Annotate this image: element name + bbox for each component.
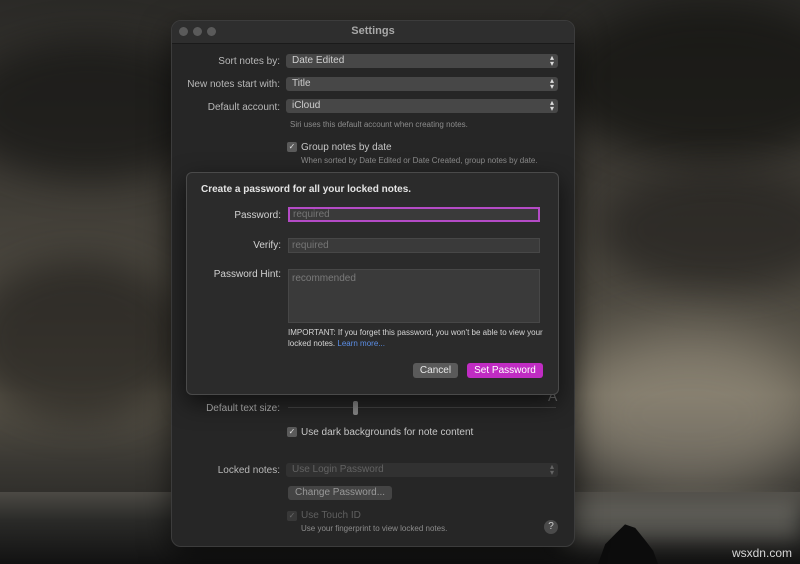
siri-note: Siri uses this default account when crea…	[290, 120, 468, 129]
change-password-button[interactable]: Change Password...	[288, 486, 393, 500]
sort-notes-popup[interactable]: Date Edited ▴ ▾	[286, 54, 558, 68]
sort-notes-label: Sort notes by:	[218, 56, 280, 67]
password-hint-input[interactable]: recommended	[288, 269, 540, 323]
cancel-button[interactable]: Cancel	[413, 363, 458, 378]
dark-background-checkbox[interactable]: ✓	[287, 427, 297, 437]
chevron-updown-icon: ▴ ▾	[549, 53, 554, 68]
touch-id-label: Use Touch ID	[301, 510, 361, 521]
password-input[interactable]	[288, 207, 540, 222]
watermark: wsxdn.com	[731, 546, 792, 560]
password-hint-placeholder: recommended	[292, 273, 356, 284]
text-size-label: Default text size:	[206, 403, 280, 414]
dark-background-label: Use dark backgrounds for note content	[301, 427, 474, 438]
touch-id-checkbox[interactable]: ✓	[287, 511, 297, 521]
learn-more-link[interactable]: Learn more...	[337, 339, 385, 348]
chevron-updown-icon: ▴ ▾	[549, 76, 554, 91]
new-notes-popup[interactable]: Title ▴ ▾	[286, 77, 558, 91]
verify-input[interactable]	[288, 238, 540, 253]
window-title: Settings	[351, 25, 395, 37]
group-by-date-label: Group notes by date	[301, 142, 392, 153]
default-account-label: Default account:	[207, 102, 280, 113]
default-account-popup[interactable]: iCloud ▴ ▾	[286, 99, 558, 113]
locked-notes-value: Use Login Password	[292, 464, 384, 475]
help-button[interactable]: ?	[544, 520, 558, 534]
important-note: IMPORTANT: If you forget this password, …	[288, 327, 550, 349]
important-text: IMPORTANT: If you forget this password, …	[288, 328, 543, 348]
locked-notes-label: Locked notes:	[217, 465, 280, 476]
sort-notes-value: Date Edited	[292, 55, 345, 66]
create-password-dialog: Create a password for all your locked no…	[186, 172, 559, 395]
touch-id-desc: Use your fingerprint to view locked note…	[301, 524, 448, 533]
password-hint-label: Password Hint:	[213, 269, 281, 280]
text-size-slider-knob[interactable]	[353, 401, 358, 415]
dialog-title: Create a password for all your locked no…	[201, 184, 412, 195]
locked-notes-popup[interactable]: Use Login Password ▴ ▾	[286, 463, 558, 477]
password-label: Password:	[234, 210, 281, 221]
group-by-date-desc: When sorted by Date Edited or Date Creat…	[301, 156, 538, 165]
title-bar: Settings	[172, 21, 574, 44]
default-account-value: iCloud	[292, 100, 321, 111]
verify-label: Verify:	[253, 240, 281, 251]
text-size-slider-track[interactable]	[288, 407, 556, 408]
group-by-date-checkbox[interactable]: ✓	[287, 142, 297, 152]
new-notes-label: New notes start with:	[187, 79, 280, 90]
chevron-updown-icon: ▴ ▾	[549, 462, 554, 477]
new-notes-value: Title	[292, 78, 311, 89]
set-password-button[interactable]: Set Password	[467, 363, 543, 378]
chevron-updown-icon: ▴ ▾	[549, 98, 554, 113]
